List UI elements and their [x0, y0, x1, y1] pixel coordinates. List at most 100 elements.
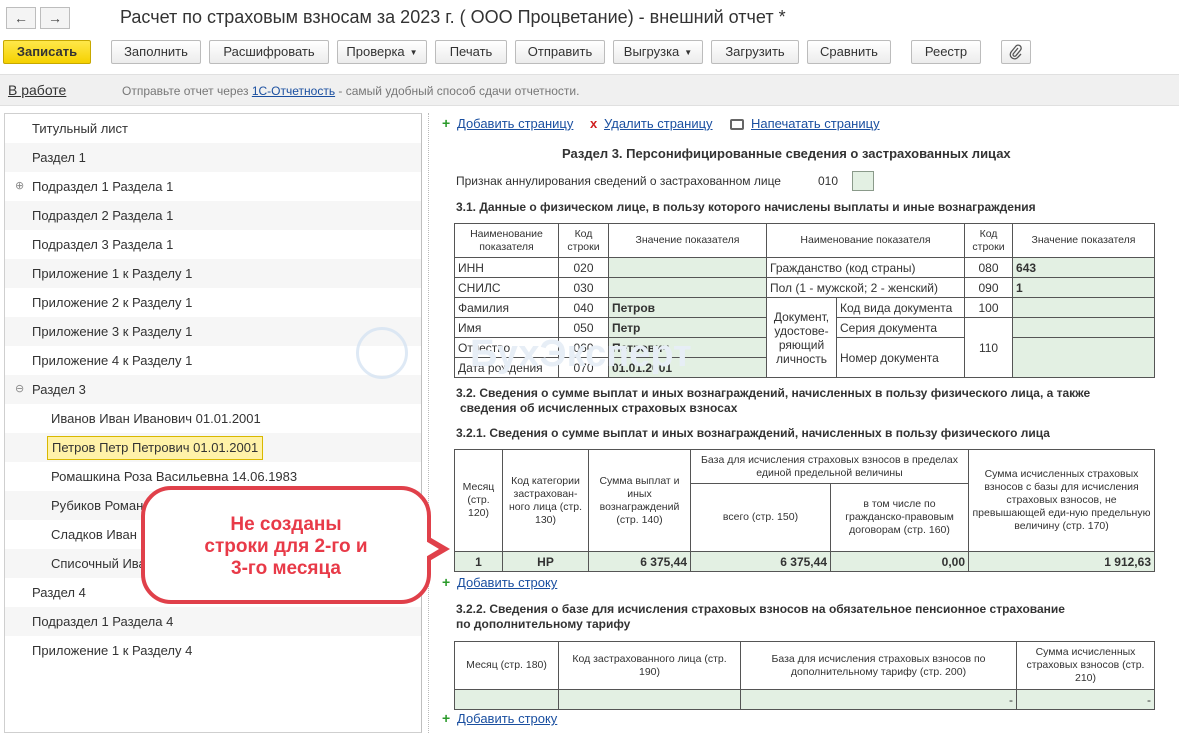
tree-item[interactable]: Приложение 2 к Разделу 1 — [5, 288, 421, 317]
back-button[interactable]: ← — [6, 7, 36, 29]
month-cell[interactable]: 1 — [454, 551, 503, 572]
tree-item[interactable]: Подраздел 1 Раздела 4 — [5, 607, 421, 636]
tree-item-label: Приложение 3 к Разделу 1 — [32, 324, 193, 339]
tree-item-label: Раздел 1 — [32, 150, 86, 165]
snils-field[interactable] — [608, 277, 767, 298]
export-button[interactable]: Выгрузка ▼ — [613, 40, 703, 64]
doc-group-label: Документ, удостове-ряющий личность — [766, 297, 837, 378]
inn-field[interactable] — [608, 257, 767, 278]
col-header: в том числе по гражданско-правовым догов… — [830, 483, 969, 552]
print-button[interactable]: Печать — [435, 40, 507, 64]
send-button[interactable]: Отправить — [515, 40, 605, 64]
field-label: Фамилия — [454, 297, 559, 318]
base-gpd-cell[interactable]: 0,00 — [830, 551, 969, 572]
expand-plus-icon[interactable]: ⊕ — [15, 172, 24, 201]
col-header: Сумма исчисленных страховых взносов с ба… — [968, 449, 1155, 552]
tree-item[interactable]: Титульный лист — [5, 114, 421, 143]
callout-text: Не созданы строки для 2-го и 3-го месяца — [204, 514, 368, 579]
printer-icon — [730, 119, 744, 130]
col-header: Наименование показателя — [454, 223, 559, 258]
month-cell[interactable] — [454, 689, 559, 710]
fill-button[interactable]: Заполнить — [111, 40, 201, 64]
save-button[interactable]: Записать — [3, 40, 91, 64]
base-cell[interactable]: - — [740, 689, 1017, 710]
subsection-3-2-line1: 3.2. Сведения о сумме выплат и иных возн… — [456, 386, 1091, 400]
field-code: 110 — [964, 317, 1014, 378]
tree-item-label: Рубиков Роман В — [51, 498, 156, 513]
title-bar: ← → Расчет по страховым взносам за 2023 … — [0, 0, 1179, 36]
load-button[interactable]: Загрузить — [711, 40, 799, 64]
print-page-link[interactable]: Напечатать страницу — [751, 116, 880, 131]
delete-page-link[interactable]: Удалить страницу — [604, 116, 713, 131]
sex-field[interactable]: 1 — [1012, 277, 1156, 298]
contrib-cell[interactable]: 1 912,63 — [968, 551, 1155, 572]
tree-item[interactable]: Иванов Иван Иванович 01.01.2001 — [5, 404, 421, 433]
tree-item[interactable]: Раздел 1 — [5, 143, 421, 172]
tree-item-selected[interactable]: Петров Петр Петрович 01.01.2001 — [5, 433, 421, 462]
tree-item[interactable]: ⊖ Раздел 3 — [5, 375, 421, 404]
subsection-3-2-2-title: 3.2.2. Сведения о базе для исчисления ст… — [456, 602, 1065, 632]
subsection-3-2-1-title: 3.2.1. Сведения о сумме выплат и иных во… — [456, 426, 1050, 440]
doc-number-field[interactable] — [1012, 337, 1156, 378]
add-row-link[interactable]: Добавить строку — [457, 575, 557, 590]
col-header: Наименование показателя — [765, 223, 966, 258]
delete-icon: x — [590, 116, 598, 131]
field-label: СНИЛС — [454, 277, 559, 298]
tree-item-label: Подраздел 3 Раздела 1 — [32, 237, 174, 252]
table-row[interactable]: - - — [454, 689, 1155, 710]
tree-item[interactable]: Подраздел 3 Раздела 1 — [5, 230, 421, 259]
splitter[interactable] — [428, 113, 429, 733]
tree-item[interactable]: Приложение 1 к Разделу 1 — [5, 259, 421, 288]
add-row-link[interactable]: Добавить строку — [457, 711, 557, 726]
status-link[interactable]: В работе — [8, 82, 66, 98]
field-label: ИНН — [454, 257, 559, 278]
compare-button[interactable]: Сравнить — [807, 40, 891, 64]
tree-item-label: Приложение 1 к Разделу 4 — [32, 643, 193, 658]
registry-button[interactable]: Реестр — [911, 40, 981, 64]
doc-series-field[interactable] — [1012, 317, 1156, 338]
tree-item-label: Раздел 4 — [32, 585, 86, 600]
table-row[interactable]: 1 НР 6 375,44 6 375,44 0,00 1 912,63 — [454, 551, 1155, 572]
field-label: Гражданство (код страны) — [765, 257, 966, 278]
info-text-after: - самый удобный способ сдачи отчетности. — [335, 84, 580, 98]
subsection-3-2-line2: сведения об исчисленных страховых взноса… — [460, 401, 738, 415]
tree-item[interactable]: ⊕ Подраздел 1 Раздела 1 — [5, 172, 421, 201]
export-button-label: Выгрузка — [623, 44, 680, 59]
info-bar: В работе Отправьте отчет через 1С-Отчетн… — [0, 74, 1179, 106]
tree-item-label: Списочный Ива — [51, 556, 146, 571]
collapse-minus-icon[interactable]: ⊖ — [15, 375, 24, 404]
window-title: Расчет по страховым взносам за 2023 г. (… — [120, 7, 786, 27]
annul-checkbox[interactable] — [852, 171, 874, 191]
insured-code-cell[interactable] — [558, 689, 741, 710]
category-cell[interactable]: НР — [502, 551, 589, 572]
field-code: 100 — [964, 297, 1014, 318]
add-page-link[interactable]: Добавить страницу — [457, 116, 573, 131]
tree-item-label: Титульный лист — [32, 121, 129, 136]
citizenship-field[interactable]: 643 — [1012, 257, 1156, 278]
field-code: 090 — [964, 277, 1014, 298]
reporting-link[interactable]: 1С-Отчетность — [252, 84, 335, 98]
sum-cell[interactable]: 6 375,44 — [588, 551, 691, 572]
info-text: Отправьте отчет через 1С-Отчетность - са… — [122, 84, 579, 98]
tree-item-label: Петров Петр Петрович 01.01.2001 — [47, 436, 264, 460]
tree-item[interactable]: Приложение 1 к Разделу 4 — [5, 636, 421, 665]
surname-field[interactable]: Петров — [608, 297, 767, 318]
tree-item[interactable]: Подраздел 2 Раздела 1 — [5, 201, 421, 230]
doc-type-field[interactable] — [1012, 297, 1156, 318]
dropdown-arrow-icon: ▼ — [409, 47, 418, 57]
add-icon: + — [442, 574, 451, 590]
arrow-left-icon: ← — [14, 10, 28, 26]
col-header: Код категории застрахован-ного лица (стр… — [502, 449, 589, 552]
payments-table: Месяц (стр. 120) Код категории застрахов… — [454, 449, 1155, 572]
col-header: База для исчисления страховых взносов в … — [690, 449, 969, 484]
check-button-label: Проверка — [346, 44, 405, 59]
tree-item-label: Подраздел 1 Раздела 4 — [32, 614, 174, 629]
dropdown-arrow-icon: ▼ — [684, 47, 693, 57]
forward-button[interactable]: → — [40, 7, 70, 29]
base-all-cell[interactable]: 6 375,44 — [690, 551, 831, 572]
contrib-cell[interactable]: - — [1016, 689, 1155, 710]
decode-button[interactable]: Расшифровать — [209, 40, 329, 64]
check-button[interactable]: Проверка ▼ — [337, 40, 427, 64]
add-icon: + — [442, 115, 451, 131]
attach-button[interactable] — [1001, 40, 1031, 64]
